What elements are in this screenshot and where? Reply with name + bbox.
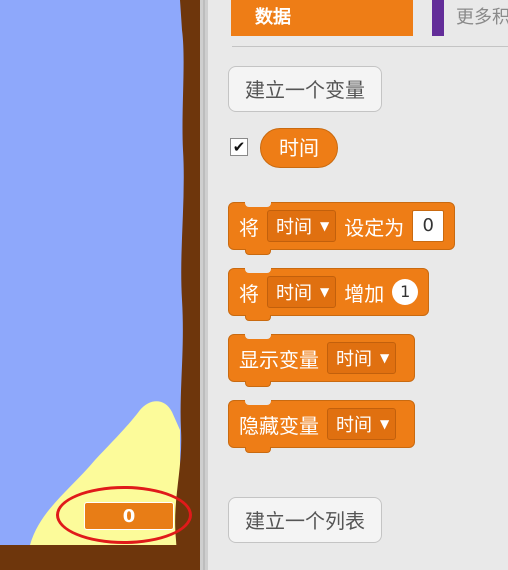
block-notch bbox=[245, 400, 271, 405]
dropdown-caret-icon: ▼ bbox=[320, 285, 330, 299]
block-bump bbox=[245, 315, 271, 321]
block-notch bbox=[245, 268, 271, 273]
make-list-button[interactable]: 建立一个列表 bbox=[228, 497, 382, 543]
stage-palette-divider[interactable] bbox=[200, 0, 208, 570]
category-data[interactable]: 数据 bbox=[231, 0, 413, 36]
show-dropdown-value: 时间 bbox=[336, 349, 372, 370]
hide-dropdown-value: 时间 bbox=[336, 415, 372, 436]
dropdown-caret-icon: ▼ bbox=[320, 219, 330, 233]
stage[interactable]: 0 bbox=[0, 0, 200, 570]
variable-visibility-checkbox[interactable]: ✔ bbox=[230, 138, 248, 156]
change-block-prefix: 将 bbox=[239, 281, 259, 306]
show-block-label: 显示变量 bbox=[239, 347, 319, 372]
change-variable-dropdown[interactable]: 时间 ▼ bbox=[267, 276, 337, 308]
block-bump bbox=[245, 381, 271, 387]
make-variable-button[interactable]: 建立一个变量 bbox=[228, 66, 382, 112]
block-bump bbox=[245, 447, 271, 453]
change-value-input[interactable]: 1 bbox=[392, 279, 419, 305]
variable-reporter-time[interactable]: 时间 bbox=[260, 128, 338, 168]
stage-backdrop bbox=[0, 0, 200, 570]
set-block-prefix: 将 bbox=[239, 215, 259, 240]
category-more-blocks[interactable]: 更多积 bbox=[456, 0, 508, 36]
set-value-input[interactable]: 0 bbox=[412, 210, 445, 242]
set-variable-block[interactable]: 将 时间 ▼ 设定为 0 bbox=[228, 202, 456, 255]
show-variable-dropdown[interactable]: 时间 ▼ bbox=[327, 342, 397, 374]
hide-block-label: 隐藏变量 bbox=[239, 413, 319, 438]
set-variable-dropdown[interactable]: 时间 ▼ bbox=[267, 210, 337, 242]
set-dropdown-value: 时间 bbox=[276, 217, 312, 238]
highlight-ellipse bbox=[56, 486, 192, 544]
category-divider bbox=[232, 46, 508, 47]
hide-variable-block[interactable]: 隐藏变量 时间 ▼ bbox=[228, 400, 416, 453]
dropdown-caret-icon: ▼ bbox=[380, 351, 390, 365]
show-variable-block[interactable]: 显示变量 时间 ▼ bbox=[228, 334, 416, 387]
category-more-blocks-swatch[interactable] bbox=[432, 0, 444, 36]
set-block-label: 设定为 bbox=[344, 215, 405, 240]
change-block-label: 增加 bbox=[344, 281, 385, 306]
block-notch bbox=[245, 334, 271, 339]
block-palette: 数据 更多积 建立一个变量 ✔ 时间 将 时间 ▼ 设定为 0 将 时间 ▼ 增… bbox=[208, 0, 508, 570]
change-variable-block[interactable]: 将 时间 ▼ 增加 1 bbox=[228, 268, 430, 321]
hide-variable-dropdown[interactable]: 时间 ▼ bbox=[327, 408, 397, 440]
block-bump bbox=[245, 249, 271, 255]
dropdown-caret-icon: ▼ bbox=[380, 417, 390, 431]
block-notch bbox=[245, 202, 271, 207]
change-dropdown-value: 时间 bbox=[276, 283, 312, 304]
